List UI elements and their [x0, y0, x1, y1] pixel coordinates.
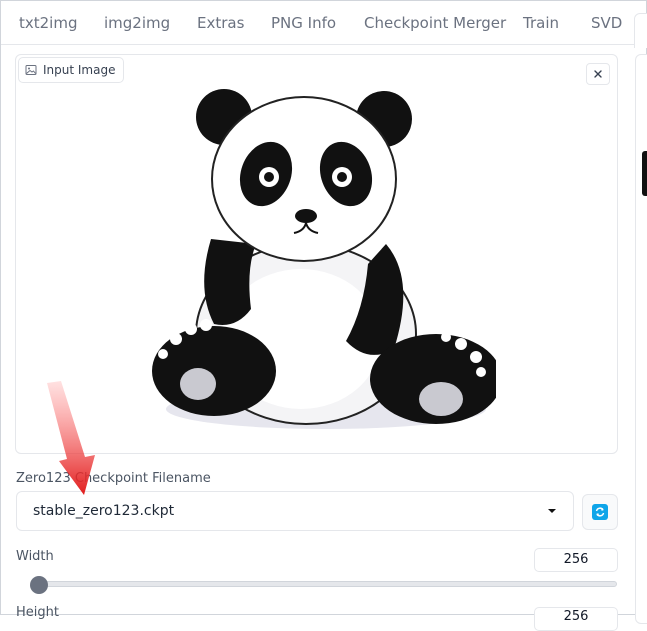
- tab-partial-active[interactable]: [634, 13, 647, 48]
- input-image-label-text: Input Image: [43, 63, 116, 77]
- clear-image-button[interactable]: [586, 63, 610, 85]
- refresh-checkpoint-button[interactable]: [582, 494, 618, 530]
- refresh-icon: [592, 504, 608, 520]
- checkpoint-dropdown[interactable]: stable_zero123.ckpt: [16, 491, 574, 531]
- side-panel-partial: [635, 54, 647, 624]
- input-image-label: Input Image: [18, 57, 125, 83]
- tab-bar: txt2img img2img Extras PNG Info Checkpoi…: [1, 1, 647, 48]
- tab-checkpoint-merger[interactable]: Checkpoint Merger: [364, 11, 506, 35]
- checkpoint-value: stable_zero123.ckpt: [33, 503, 175, 519]
- checkpoint-label: Zero123 Checkpoint Filename: [16, 471, 211, 486]
- caret-down-icon: [548, 509, 556, 513]
- height-number-input[interactable]: 256: [534, 607, 618, 631]
- height-label: Height: [16, 605, 59, 620]
- close-icon: [594, 70, 602, 78]
- tab-png-info[interactable]: PNG Info: [271, 11, 336, 35]
- input-image-panel[interactable]: Input Image: [15, 54, 618, 454]
- width-slider-track[interactable]: [31, 581, 617, 587]
- tab-txt2img[interactable]: txt2img: [19, 11, 77, 35]
- tab-svd[interactable]: SVD: [591, 11, 622, 35]
- image-icon: [25, 65, 37, 75]
- width-slider-thumb[interactable]: [30, 576, 48, 594]
- width-label: Width: [16, 549, 54, 564]
- width-number-input[interactable]: 256: [534, 548, 618, 572]
- tab-train[interactable]: Train: [523, 11, 559, 35]
- side-scroll-indicator: [642, 151, 647, 196]
- tab-extras[interactable]: Extras: [197, 11, 244, 35]
- panda-illustration: [152, 89, 502, 429]
- tab-img2img[interactable]: img2img: [104, 11, 170, 35]
- input-image: [136, 79, 502, 439]
